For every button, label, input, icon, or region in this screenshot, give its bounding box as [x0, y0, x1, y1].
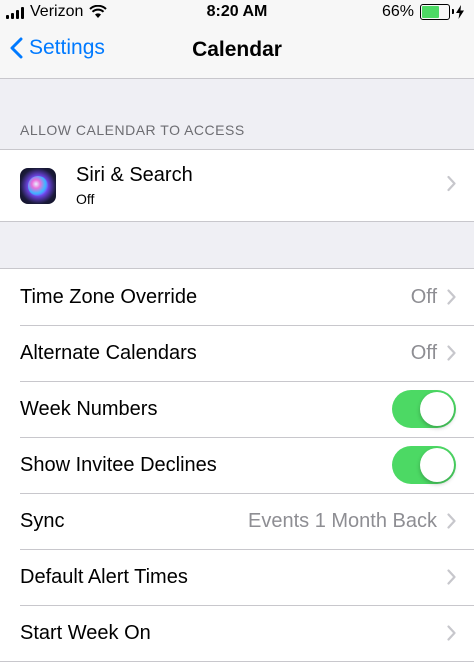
siri-search-row[interactable]: Siri & Search Off	[0, 150, 474, 221]
default-alert-times-label: Default Alert Times	[20, 565, 188, 588]
show-invitee-declines-label: Show Invitee Declines	[20, 453, 217, 476]
siri-icon	[20, 167, 56, 204]
sync-row[interactable]: Sync Events 1 Month Back	[0, 493, 474, 549]
alternate-calendars-label: Alternate Calendars	[20, 341, 197, 364]
alternate-calendars-value: Off	[410, 341, 437, 364]
chevron-right-icon	[447, 345, 456, 361]
start-week-on-label: Start Week On	[20, 621, 151, 644]
siri-subtitle: Off	[76, 191, 95, 207]
status-right: 66%	[382, 3, 464, 21]
toggle-knob	[420, 448, 454, 482]
sync-label: Sync	[20, 509, 65, 532]
week-numbers-row: Week Numbers	[0, 381, 474, 437]
chevron-right-icon	[447, 625, 456, 641]
toggle-knob	[420, 392, 454, 426]
week-numbers-label: Week Numbers	[20, 397, 158, 420]
chevron-right-icon	[447, 513, 456, 529]
access-group: Siri & Search Off	[0, 149, 474, 222]
page-title: Calendar	[192, 38, 282, 61]
show-invitee-declines-row: Show Invitee Declines	[0, 437, 474, 493]
start-week-on-row[interactable]: Start Week On	[0, 605, 474, 661]
show-invitee-declines-toggle[interactable]	[392, 446, 456, 484]
status-bar: Verizon 8:20 AM 66%	[0, 0, 474, 26]
week-numbers-toggle[interactable]	[392, 390, 456, 428]
time-zone-override-row[interactable]: Time Zone Override Off	[0, 269, 474, 325]
chevron-right-icon	[447, 569, 456, 585]
navigation-bar: Settings Calendar	[0, 26, 474, 79]
battery-percent: 66%	[381, 3, 414, 20]
siri-title: Siri & Search	[76, 164, 193, 186]
section-header-access: ALLOW CALENDAR TO ACCESS	[20, 122, 245, 138]
time-zone-override-label: Time Zone Override	[20, 285, 198, 308]
chevron-right-icon	[447, 175, 456, 196]
default-alert-times-row[interactable]: Default Alert Times	[0, 549, 474, 605]
sync-value: Events 1 Month Back	[248, 509, 437, 532]
settings-group: Time Zone Override Off Alternate Calenda…	[0, 268, 474, 662]
chevron-right-icon	[447, 289, 456, 305]
time-zone-override-value: Off	[410, 285, 437, 308]
alternate-calendars-row[interactable]: Alternate Calendars Off	[0, 325, 474, 381]
battery-icon	[420, 4, 454, 20]
charging-bolt-icon	[456, 5, 464, 19]
battery-fill	[422, 6, 440, 18]
